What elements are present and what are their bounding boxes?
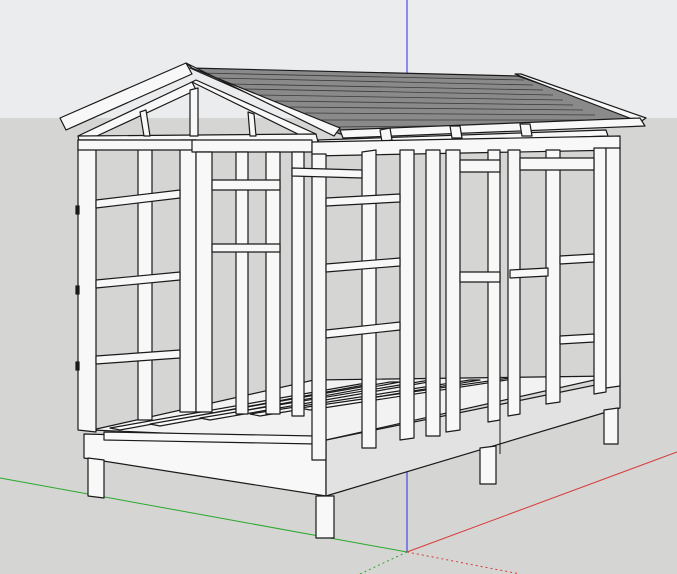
model-scene[interactable] — [0, 0, 677, 574]
gable-king-post — [189, 87, 199, 137]
ground-plane — [0, 118, 677, 574]
sketchup-viewport[interactable] — [0, 0, 677, 574]
